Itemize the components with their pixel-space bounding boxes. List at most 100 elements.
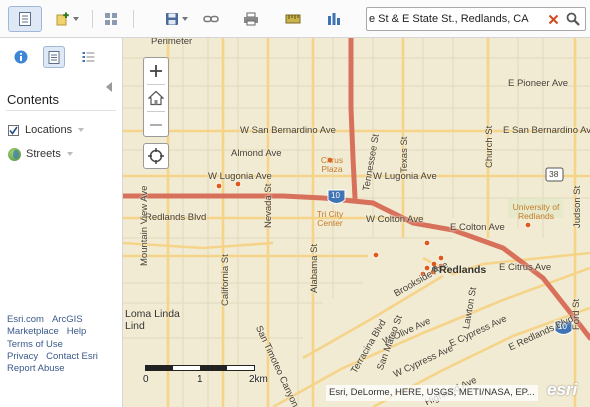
link-privacy[interactable]: Privacy [7, 351, 38, 363]
tab-legend[interactable] [77, 46, 99, 68]
layer-label: Locations [25, 124, 73, 136]
location-point [234, 180, 242, 188]
search-input[interactable] [369, 9, 541, 29]
shield-label: 10 [558, 322, 567, 331]
road-label: E Pioneer Ave [508, 78, 569, 89]
place-label: Lind [125, 320, 145, 332]
save-button[interactable] [162, 6, 190, 32]
home-button[interactable] [144, 85, 168, 111]
link-terms-of-use[interactable]: Terms of Use [7, 339, 63, 351]
road-label: W Lugonia Ave [208, 171, 272, 182]
esri-logo: esri [547, 380, 578, 399]
collapse-panel-icon[interactable] [106, 82, 112, 92]
location-point [372, 251, 380, 259]
road-label: W Colton Ave [366, 214, 424, 225]
link-contact-esri[interactable]: Contact Esri [46, 351, 98, 363]
layer-options-caret-icon[interactable] [66, 152, 73, 156]
link-report-abuse[interactable]: Report Abuse [7, 363, 65, 375]
search-box [366, 7, 586, 31]
panel-divider [6, 110, 116, 111]
measure-button[interactable] [282, 6, 304, 32]
road-label: California St [220, 254, 231, 306]
footer-links: Esri.com ArcGIS Marketplace Help Terms o… [7, 314, 119, 375]
location-point [215, 182, 223, 190]
search-icon [566, 12, 580, 26]
tab-details[interactable] [10, 46, 32, 68]
basemap-gallery-button[interactable] [100, 6, 122, 32]
shield-label: 38 [549, 169, 559, 179]
info-icon [14, 50, 28, 64]
road-label: Texas St [399, 136, 410, 173]
place-label: Loma Linda [125, 308, 180, 320]
road-label: Nevada St [263, 183, 274, 228]
locate-button[interactable] [143, 143, 169, 169]
dropdown-caret-icon [72, 17, 79, 21]
zoom-control [143, 57, 169, 137]
road-label: Church St [484, 125, 495, 168]
print-button[interactable] [240, 6, 262, 32]
plus-icon [150, 65, 162, 77]
road-label: Redlands Blvd [145, 212, 207, 223]
poi-label: Citrus Plaza [320, 155, 344, 174]
zoom-out-button[interactable] [144, 112, 168, 138]
scale-label-mid: 1 [197, 374, 203, 385]
checkmark-icon [9, 126, 18, 135]
link-arcgis[interactable]: ArcGIS [52, 314, 83, 326]
road-label: Mountain View Ave [139, 185, 150, 266]
home-icon [148, 90, 164, 106]
page-list-icon [48, 50, 60, 64]
bookmark-icon [328, 13, 340, 25]
road-label: Ford St [571, 298, 582, 330]
link-marketplace[interactable]: Marketplace [7, 326, 59, 338]
scale-bar-graphic [145, 365, 255, 371]
link-icon [203, 15, 219, 23]
road-label: E Citrus Ave [499, 262, 552, 273]
zoom-in-button[interactable] [144, 58, 168, 84]
panel-title: Contents [7, 92, 60, 107]
toolbar-divider [133, 10, 134, 28]
print-icon [244, 12, 258, 26]
road-label: Almond Ave [231, 148, 282, 159]
layer-item-streets[interactable]: Streets [8, 146, 73, 162]
road-label: E Colton Ave [450, 222, 505, 233]
page-list-icon [19, 12, 31, 26]
road-label: Perimeter [151, 38, 193, 47]
search-button[interactable] [564, 10, 582, 28]
location-point [423, 239, 431, 247]
scale-label-end: 2km [249, 374, 268, 385]
road-label: E San Bernardino Ave [503, 125, 590, 136]
map-attribution: Esri, DeLorme, HERE, USGS, METI/NASA, EP… [326, 385, 538, 401]
close-icon [548, 14, 558, 24]
toolbar [0, 0, 590, 38]
grid-icon [105, 13, 117, 25]
tab-contents[interactable] [43, 46, 65, 68]
link-help[interactable]: Help [67, 326, 87, 338]
road-label: W San Bernardino Ave [240, 125, 336, 136]
poi-label: Tri City Center [316, 209, 344, 228]
location-point [524, 221, 532, 229]
map-canvas[interactable]: Perimeter E Pioneer Ave W San Bernardino… [123, 38, 590, 407]
dropdown-caret-icon [181, 17, 188, 21]
scale-label-zero: 0 [143, 374, 149, 385]
clear-search-button[interactable] [545, 10, 561, 28]
legend-list-icon [82, 52, 94, 62]
add-content-button[interactable] [52, 6, 82, 32]
highway-shield-icon [327, 167, 573, 335]
road-label: Alabama St [309, 243, 320, 293]
toolbar-divider [92, 10, 93, 28]
map-layers-button[interactable] [8, 6, 42, 32]
bookmarks-button[interactable] [323, 6, 345, 32]
link-esri-com[interactable]: Esri.com [7, 314, 44, 326]
share-link-button[interactable] [200, 6, 222, 32]
crosshair-icon [148, 148, 164, 164]
add-icon [56, 12, 69, 26]
layer-visibility-checkbox[interactable] [8, 124, 19, 136]
layer-item-locations[interactable]: Locations [8, 122, 85, 138]
save-icon [165, 13, 178, 25]
road-label: Judson St [572, 185, 583, 228]
place-label: Redlands [439, 264, 487, 276]
contents-panel: Contents Locations Streets Esri.com ArcG… [0, 38, 123, 407]
layer-label: Streets [26, 148, 61, 160]
measure-icon [285, 14, 301, 24]
layer-options-caret-icon[interactable] [78, 128, 85, 132]
